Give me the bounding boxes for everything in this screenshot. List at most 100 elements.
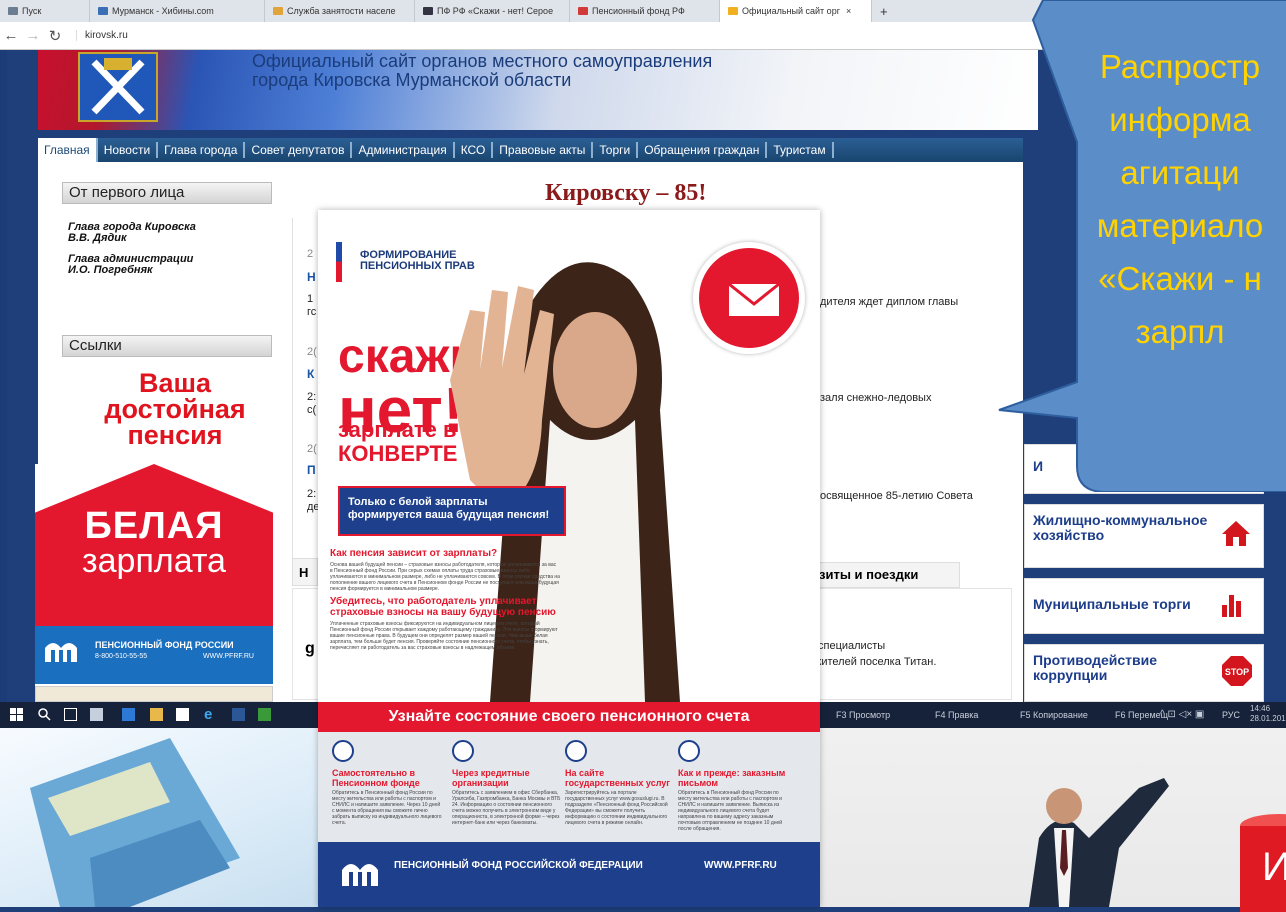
card-icon [452, 740, 474, 762]
menu-item-home[interactable]: Главная [38, 138, 98, 162]
start-button[interactable]: Пуск [0, 0, 90, 22]
anniversary-title: Кировску – 85! [545, 180, 707, 206]
main-menu: Главная Новости Глава города Совет депут… [38, 138, 1023, 162]
news-title[interactable]: П [307, 463, 316, 477]
store-icon[interactable] [176, 708, 189, 721]
news-snippet: гс [307, 306, 317, 318]
news-snippet: 1 [307, 293, 314, 305]
news-title[interactable]: Н [307, 270, 316, 284]
sidebar-next-banner[interactable] [35, 686, 273, 702]
businessman-photo [819, 728, 1286, 907]
outlook-icon[interactable] [122, 708, 135, 721]
laptop-icon [565, 740, 587, 762]
poster-option-gosuslugi: На сайте государственных услуг Зарегистри… [565, 740, 675, 826]
poster-option-banks: Через кредитные организации Обратитесь с … [452, 740, 562, 826]
news-date: 2 [307, 248, 314, 260]
poster-section-1: Как пенсия зависит от зарплаты? Основа в… [330, 548, 560, 651]
tab-murmansk[interactable]: Мурманск - Хибины.com [90, 0, 265, 22]
envelope-icon [693, 242, 805, 354]
callout-text: Распростр информа агитаци материало «Ска… [1096, 48, 1264, 350]
news-title[interactable]: К [307, 367, 314, 381]
poster-flag-mark [336, 222, 342, 282]
right-card-anticorruption[interactable]: Противодействие коррупции STOP [1024, 644, 1264, 702]
pfr-office-icon [332, 740, 354, 762]
calculator-icon[interactable] [90, 708, 103, 721]
close-tab-icon[interactable]: × [846, 6, 851, 16]
tray-icons[interactable]: ^ ⊡ ◁× ▣ [1160, 709, 1204, 720]
news-date: 2( [307, 346, 317, 358]
edge-icon[interactable]: e [204, 707, 217, 722]
section-body-text: жителей поселка Титан. [814, 656, 937, 668]
house-icon [1222, 521, 1250, 546]
pfr-logo-icon [45, 643, 77, 662]
fkey-copy[interactable]: F5 Копирование [1020, 710, 1088, 720]
news-snippet: 2: [307, 391, 317, 403]
section-body-left: g [305, 640, 315, 657]
city-crest-icon [78, 52, 158, 122]
news-snippet: с( [307, 404, 317, 416]
tab-favicon [98, 7, 108, 15]
poster-option-pfr: Самостоятельно в Пенсионном фонде Обратит… [332, 740, 442, 826]
tab-favicon [578, 7, 588, 15]
menu-item-tenders[interactable]: Торги [593, 142, 639, 158]
banner-pfr-bar: ПЕНСИОННЫЙ ФОНД РОССИИ 8-800-510-55-55 W… [35, 626, 273, 684]
bar-chart-icon [1222, 595, 1241, 617]
refresh-icon[interactable]: ↻ [44, 27, 66, 45]
right-card-tenders[interactable]: Муниципальные торги [1024, 578, 1264, 634]
tab-favicon [423, 7, 433, 15]
section-body-text: специалисты [818, 640, 886, 652]
poster-footer: ПЕНСИОННЫЙ ФОНД РОССИЙСКОЙ ФЕДЕРАЦИИ WWW… [318, 842, 820, 907]
section-tab-visits[interactable]: зиты и поездки [812, 562, 960, 588]
news-snippet: 2: [307, 488, 317, 500]
stop-icon: STOP [1222, 656, 1252, 686]
svg-text:STOP: STOP [1225, 667, 1249, 677]
tab-favicon [728, 7, 738, 15]
clock[interactable]: 14:46 28.01.2016 [1250, 704, 1286, 724]
language-indicator[interactable]: РУС [1222, 710, 1240, 720]
start-icon [8, 7, 18, 15]
poster-key-message: Только с белой зарплаты формируется ваша… [338, 486, 566, 536]
poster-option-mail: Как и прежде: заказным письмом Обратитесь… [678, 740, 788, 832]
news-snippet-right: освященное 85-летию Совета [820, 490, 973, 502]
leader-2[interactable]: Глава администрации И.О. Погребняк [68, 254, 193, 276]
calculator-image [30, 738, 240, 907]
new-tab-button[interactable]: + [872, 0, 896, 22]
pfr-logo-icon [342, 864, 378, 886]
menu-item-tourists[interactable]: Туристам [767, 142, 834, 158]
search-icon[interactable] [38, 708, 51, 721]
letter-icon [678, 740, 700, 762]
back-arrow-icon[interactable]: ← [0, 27, 22, 44]
menu-item-administration[interactable]: Администрация [352, 142, 455, 158]
tab-pfr-campaign[interactable]: ПФ РФ «Скажи - нет! Серое [415, 0, 570, 22]
pension-link[interactable]: Ваша достойная пенсия [55, 370, 295, 449]
word-icon[interactable] [232, 708, 245, 721]
fkey-edit[interactable]: F4 Правка [935, 710, 978, 720]
poster-cta-banner: Узнайте состояние своего пенсионного сче… [318, 702, 820, 732]
menu-item-legal-acts[interactable]: Правовые акты [493, 142, 594, 158]
news-snippet-right: дителя ждет диплом главы [820, 296, 959, 308]
calculator-photo [0, 728, 318, 907]
url-field[interactable]: kirovsk.ru [76, 30, 128, 41]
menu-item-city-head[interactable]: Глава города [158, 142, 246, 158]
tab-pfr[interactable]: Пенсионный фонд РФ [570, 0, 720, 22]
folder-icon[interactable] [150, 708, 163, 721]
news-snippet-right: зaля снежно-ледовых [820, 392, 932, 404]
menu-item-council[interactable]: Совет депутатов [245, 142, 353, 158]
menu-item-appeals[interactable]: Обращения граждан [638, 142, 768, 158]
sidebar-heading-first-person: От первого лица [62, 182, 272, 204]
windows-start-icon[interactable] [10, 708, 23, 721]
fkey-view[interactable]: F3 Просмотр [836, 710, 890, 720]
leader-1[interactable]: Глава города Кировска В.В. Дядик [68, 222, 196, 244]
forward-arrow-icon[interactable]: → [22, 27, 44, 44]
task-view-icon[interactable] [64, 708, 77, 721]
banner-subtitle: зарплата [82, 542, 226, 580]
menu-item-news[interactable]: Новости [98, 142, 159, 158]
section-tab-left[interactable]: Н [292, 558, 318, 586]
red-cylinder: И [1240, 814, 1286, 912]
menu-item-kso[interactable]: КСО [455, 142, 494, 158]
tab-employment[interactable]: Служба занятости населе [265, 0, 415, 22]
tab-official-site[interactable]: Официальный сайт орг × [720, 0, 872, 22]
businessman-image [1029, 778, 1169, 907]
right-card-housing[interactable]: Жилищно-коммунальное хозяйство [1024, 504, 1264, 568]
app-icon[interactable] [258, 708, 271, 721]
